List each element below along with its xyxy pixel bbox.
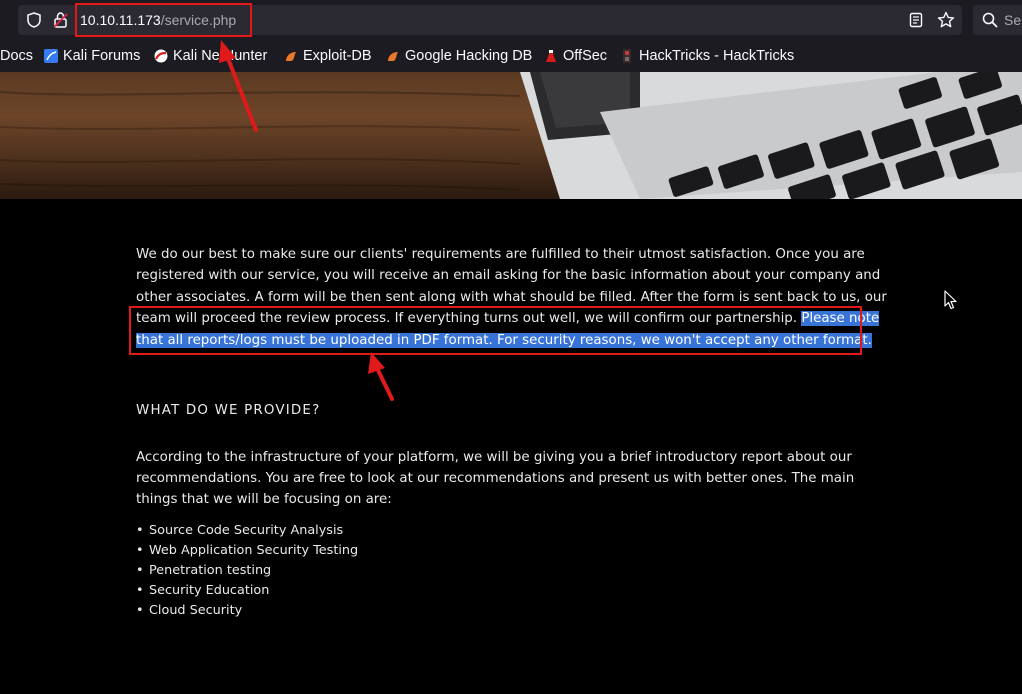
annotation-arrows (219, 40, 394, 401)
text-arrow-icon (368, 352, 394, 401)
mouse-cursor-icon (944, 290, 958, 314)
url-arrow-icon (219, 40, 258, 132)
